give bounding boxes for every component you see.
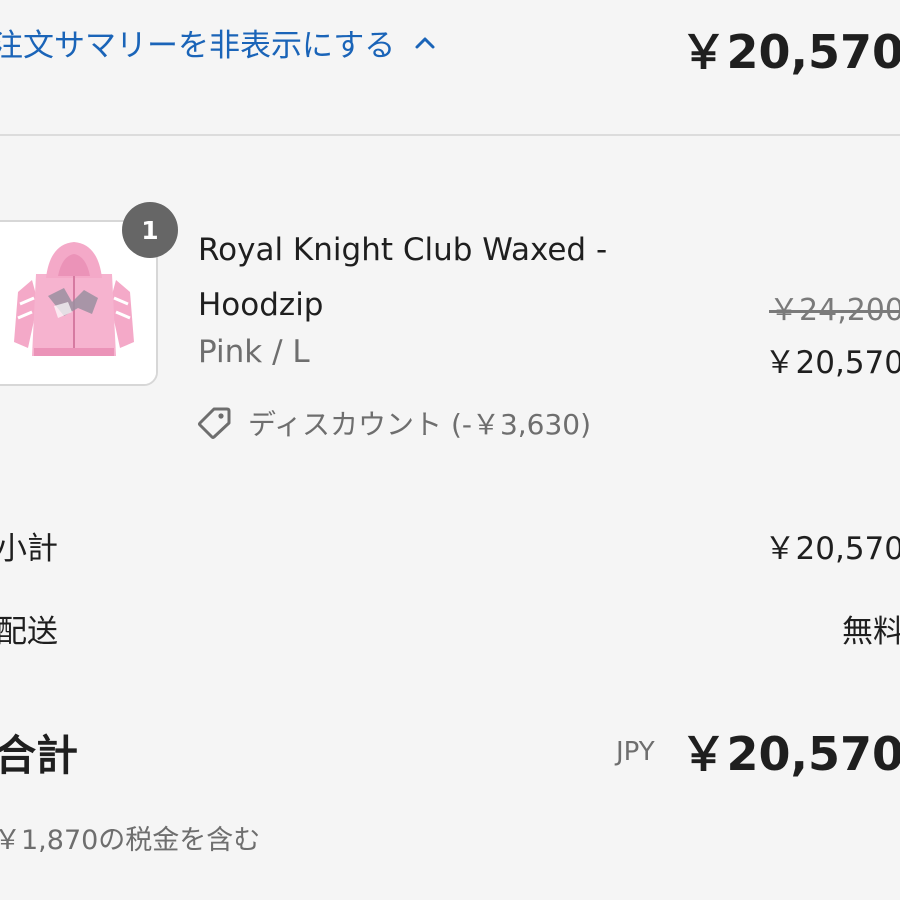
order-summary-toggle-label[interactable]: 注文サマリーを非表示にする [0, 20, 395, 65]
tag-icon [198, 407, 231, 439]
discounted-price: ￥20,570 [764, 345, 900, 381]
order-summary-toggle[interactable]: 注文サマリーを非表示にする [0, 20, 439, 65]
discount-label: ディスカウント (-￥3,630) [248, 408, 592, 441]
tax-note: ￥1,870の税金を含む [0, 825, 261, 856]
shipping-label: 配送 [0, 614, 58, 650]
total-value: ￥20,570 [680, 727, 900, 781]
subtotal-value: ￥20,570 [764, 531, 900, 567]
quantity-badge: 1 [122, 202, 178, 258]
product-name: Royal Knight Club Waxed - Hoodzip [198, 232, 608, 323]
shipping-value: 無料 [842, 614, 900, 650]
discount-line: ディスカウント (-￥3,630) [194, 403, 591, 443]
product-variant: Pink / L [198, 334, 310, 370]
total-label: 合計 [0, 731, 79, 780]
chevron-up-icon[interactable] [411, 29, 439, 57]
subtotal-label: 小計 [0, 531, 58, 567]
order-summary-header: 注文サマリーを非表示にする ￥20,570 [0, 0, 900, 136]
header-total-price: ￥20,570 [680, 25, 900, 79]
currency-code: JPY [616, 737, 655, 767]
original-price: ￥24,200 [769, 293, 900, 328]
